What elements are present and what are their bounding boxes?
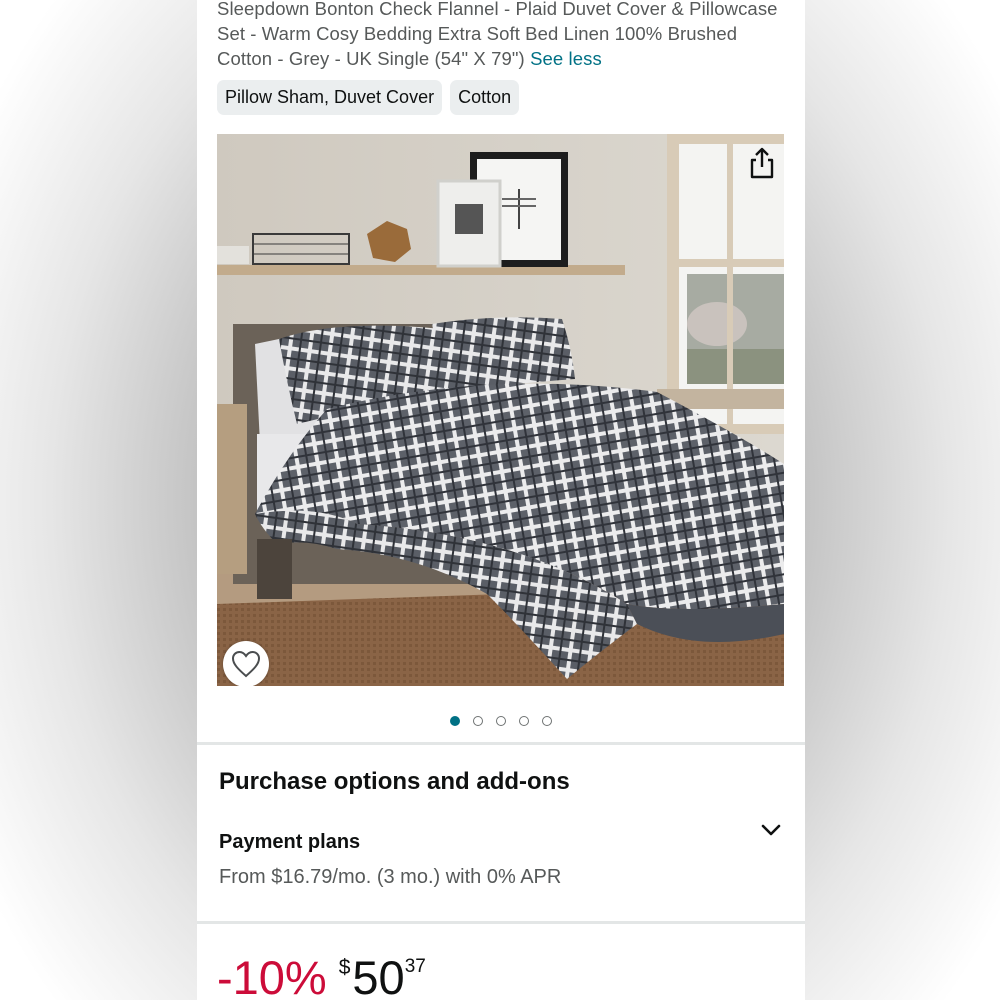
price-whole: 50 <box>352 951 405 1000</box>
carousel-dot-3[interactable] <box>496 716 506 726</box>
purchase-options-heading: Purchase options and add-ons <box>219 768 570 795</box>
tag-cotton[interactable]: Cotton <box>450 80 520 115</box>
carousel-dot-5[interactable] <box>542 716 552 726</box>
price-fraction: 37 <box>404 956 426 977</box>
chevron-down-icon[interactable] <box>759 820 783 840</box>
product-tags: Pillow Sham, Duvet Cover Cotton <box>217 80 520 115</box>
product-title-text: Sleepdown Bonton Check Flannel - Plaid D… <box>217 0 778 69</box>
tag-pillow-sham-duvet-cover[interactable]: Pillow Sham, Duvet Cover <box>217 80 443 115</box>
price-block: -10% $ 50 37 <box>217 948 426 1000</box>
carousel-dot-1[interactable] <box>450 716 460 726</box>
section-divider <box>197 921 805 924</box>
product-page: Sleepdown Bonton Check Flannel - Plaid D… <box>197 0 805 1000</box>
product-image-illustration <box>217 134 784 686</box>
wishlist-heart-button[interactable] <box>223 641 269 686</box>
payment-plans-label[interactable]: Payment plans <box>219 831 360 854</box>
price-currency: $ <box>338 956 351 979</box>
discount-percentage: -10% <box>217 951 327 1000</box>
carousel-dot-2[interactable] <box>473 716 483 726</box>
product-title: Sleepdown Bonton Check Flannel - Plaid D… <box>217 0 787 71</box>
carousel-dot-4[interactable] <box>519 716 529 726</box>
image-carousel-dots <box>197 716 805 726</box>
see-less-link[interactable]: See less <box>530 48 602 69</box>
section-divider <box>197 742 805 745</box>
heart-icon <box>231 650 261 678</box>
product-image[interactable] <box>217 134 784 686</box>
payment-plans-detail: From $16.79/mo. (3 mo.) with 0% APR <box>219 866 562 888</box>
